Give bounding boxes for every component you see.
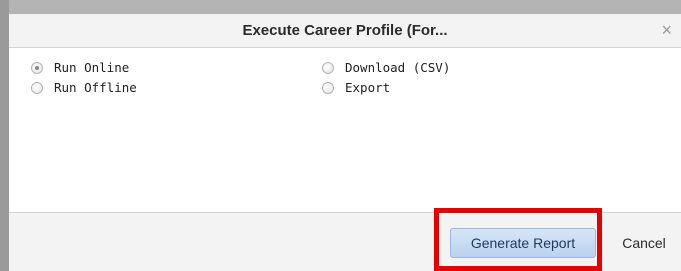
- radio-download-csv[interactable]: [322, 61, 334, 74]
- dialog-body: Run Online Run Offline Download (CSV) Ex…: [9, 48, 681, 212]
- execute-career-profile-dialog: Execute Career Profile (For... × Run Onl…: [0, 0, 681, 271]
- window-top-edge: [0, 0, 681, 14]
- dialog-title-bar: Execute Career Profile (For... ×: [9, 14, 681, 48]
- option-label-export: Export: [345, 80, 391, 95]
- window-left-edge: [0, 0, 9, 271]
- option-run-online[interactable]: Run Online: [31, 60, 129, 75]
- generate-report-button[interactable]: Generate Report: [450, 228, 596, 258]
- option-download-csv[interactable]: Download (CSV): [322, 60, 450, 75]
- option-label-run-offline: Run Offline: [54, 80, 137, 95]
- option-label-run-online: Run Online: [54, 60, 130, 75]
- cancel-button[interactable]: Cancel: [612, 228, 676, 258]
- dialog-footer: Generate Report Cancel: [9, 212, 681, 271]
- close-icon[interactable]: ×: [661, 20, 672, 40]
- radio-run-online[interactable]: [31, 61, 43, 74]
- option-label-download-csv: Download (CSV): [345, 60, 451, 75]
- option-export[interactable]: Export: [322, 80, 390, 95]
- radio-export[interactable]: [322, 81, 334, 94]
- dialog-title: Execute Career Profile (For...: [242, 22, 448, 39]
- option-run-offline[interactable]: Run Offline: [31, 80, 137, 95]
- radio-run-offline[interactable]: [31, 81, 43, 94]
